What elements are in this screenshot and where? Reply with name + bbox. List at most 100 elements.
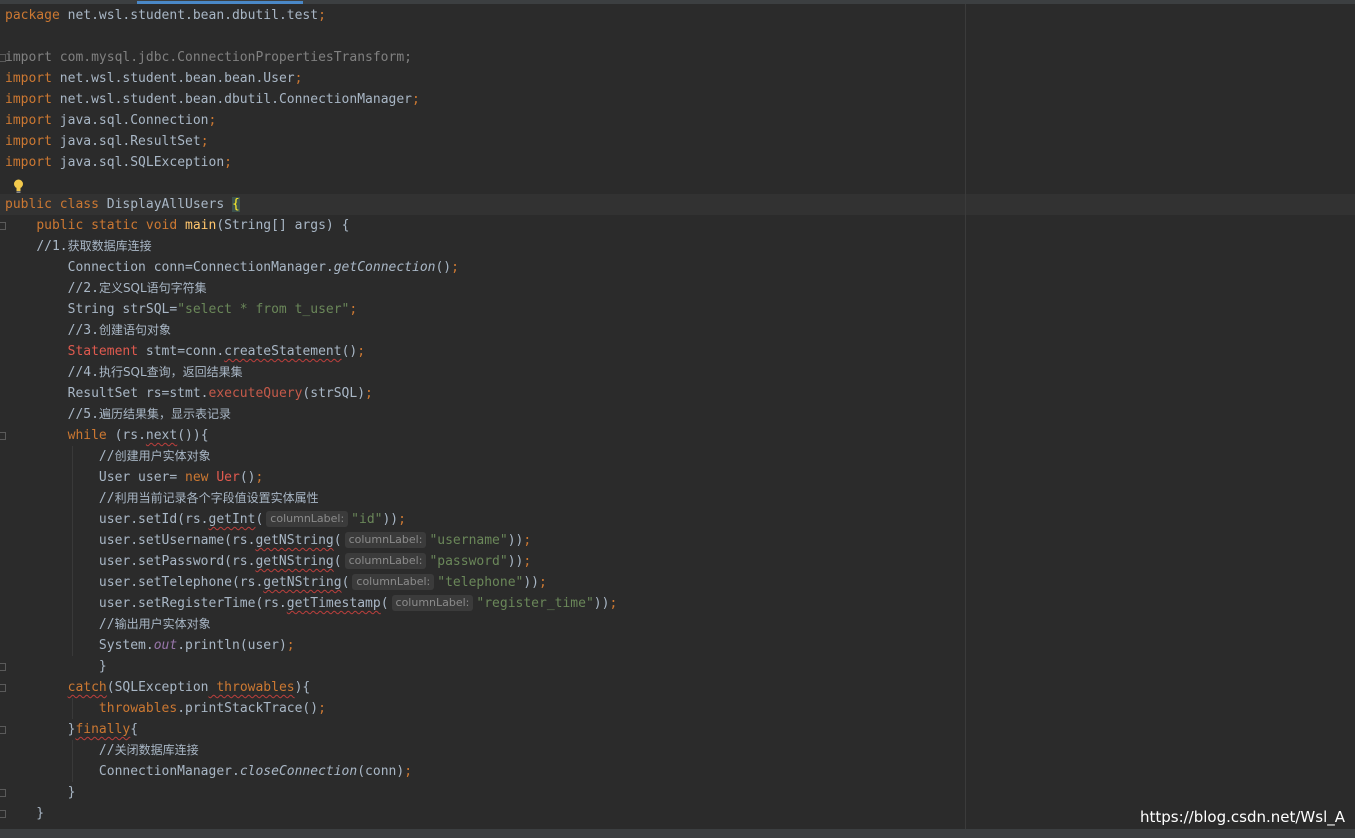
code-token: "username" bbox=[429, 533, 508, 548]
code-line[interactable]: } bbox=[0, 782, 1355, 803]
code-line[interactable]: import net.wsl.student.bean.dbutil.Conne… bbox=[0, 89, 1355, 110]
code-token: ; bbox=[523, 533, 532, 548]
code-token: // bbox=[98, 617, 115, 632]
code-line[interactable]: import java.sql.Connection; bbox=[0, 110, 1355, 131]
code-token: { bbox=[231, 197, 240, 212]
watermark-url: https://blog.csdn.net/Wsl_A bbox=[1139, 808, 1345, 826]
code-token: ; bbox=[286, 638, 295, 653]
code-line[interactable]: //3.创建语句对象 bbox=[0, 320, 1355, 341]
code-line[interactable]: catch(SQLException throwables){ bbox=[0, 677, 1355, 698]
code-line[interactable]: import java.sql.ResultSet; bbox=[0, 131, 1355, 152]
code-line[interactable]: user.setUsername(rs.getNString(columnLab… bbox=[0, 530, 1355, 551]
code-token: java.sql.ResultSet bbox=[51, 134, 201, 149]
code-line[interactable]: user.setTelephone(rs.getNString(columnLa… bbox=[0, 572, 1355, 593]
code-line[interactable]: public class DisplayAllUsers { bbox=[0, 194, 1355, 215]
code-line[interactable]: while (rs.next()){ bbox=[0, 425, 1355, 446]
code-line[interactable]: Statement stmt=conn.createStatement(); bbox=[0, 341, 1355, 362]
code-line[interactable]: //利用当前记录各个字段值设置实体属性 bbox=[0, 488, 1355, 509]
code-line[interactable]: //输出用户实体对象 bbox=[0, 614, 1355, 635]
code-line[interactable]: System.out.println(user); bbox=[0, 635, 1355, 656]
code-token: user.setTelephone(rs. bbox=[5, 575, 264, 590]
code-token: user.setUsername(rs. bbox=[5, 533, 256, 548]
code-line[interactable]: //1.获取数据库连接 bbox=[0, 236, 1355, 257]
fold-marker-icon[interactable] bbox=[0, 810, 6, 818]
code-token: //2. bbox=[67, 281, 99, 296]
code-token: )) bbox=[507, 533, 524, 548]
code-token: String strSQL= bbox=[5, 302, 178, 317]
fold-marker-icon[interactable] bbox=[0, 684, 6, 692]
code-line[interactable]: public static void main(String[] args) { bbox=[0, 215, 1355, 236]
fold-marker-icon[interactable] bbox=[0, 663, 6, 671]
code-line[interactable]: //创建用户实体对象 bbox=[0, 446, 1355, 467]
code-token: getNString bbox=[255, 554, 334, 569]
code-token: import bbox=[5, 134, 52, 149]
code-token: getInt bbox=[208, 512, 256, 527]
code-token: user.setPassword(rs. bbox=[5, 554, 256, 569]
code-token: .println(user) bbox=[177, 638, 287, 653]
code-line[interactable]: User user= new Uer(); bbox=[0, 467, 1355, 488]
code-token: "select * from t_user" bbox=[177, 302, 350, 317]
code-token: java.sql.SQLException bbox=[51, 155, 225, 170]
code-token: (strSQL) bbox=[302, 386, 366, 401]
fold-marker-icon[interactable] bbox=[0, 726, 6, 734]
parameter-hint: columnLabel: bbox=[391, 595, 474, 611]
code-token: "telephone" bbox=[437, 575, 524, 590]
parameter-hint: columnLabel: bbox=[266, 511, 349, 527]
code-line[interactable]: //2.定义SQL语句字符集 bbox=[0, 278, 1355, 299]
code-token: ; bbox=[451, 260, 459, 275]
code-token: Connection conn=ConnectionManager. bbox=[5, 260, 334, 275]
code-token: { bbox=[130, 722, 139, 737]
code-line[interactable] bbox=[0, 173, 1355, 194]
code-token: //5. bbox=[67, 407, 99, 422]
code-token: ; bbox=[412, 92, 420, 107]
code-line[interactable]: //4.执行SQL查询，返回结果集 bbox=[0, 362, 1355, 383]
fold-marker-icon[interactable] bbox=[0, 432, 6, 440]
fold-marker-icon[interactable] bbox=[0, 222, 6, 230]
code-line[interactable]: //关闭数据库连接 bbox=[0, 740, 1355, 761]
code-editor[interactable]: package net.wsl.student.bean.dbutil.test… bbox=[0, 5, 1355, 824]
code-token: ; bbox=[365, 386, 373, 401]
code-line[interactable]: String strSQL="select * from t_user"; bbox=[0, 299, 1355, 320]
code-token: 遍历结果集，显示表记录 bbox=[98, 407, 231, 421]
code-token: ; bbox=[318, 8, 326, 23]
code-line[interactable]: import com.mysql.jdbc.ConnectionProperti… bbox=[0, 47, 1355, 68]
code-token: ResultSet rs=stmt. bbox=[5, 386, 209, 401]
code-token: () bbox=[435, 260, 452, 275]
code-line[interactable]: throwables.printStackTrace(); bbox=[0, 698, 1355, 719]
code-token: public class bbox=[5, 197, 99, 212]
code-line[interactable]: } bbox=[0, 656, 1355, 677]
code-token: 输出用户实体对象 bbox=[114, 617, 211, 631]
code-line[interactable]: ResultSet rs=stmt.executeQuery(strSQL); bbox=[0, 383, 1355, 404]
code-line[interactable]: Connection conn=ConnectionManager.getCon… bbox=[0, 257, 1355, 278]
code-token: Uer bbox=[216, 470, 240, 485]
code-token: 获取数据库连接 bbox=[67, 239, 152, 253]
code-token: ; bbox=[200, 134, 209, 149]
code-line[interactable]: import net.wsl.student.bean.bean.User; bbox=[0, 68, 1355, 89]
code-line[interactable]: package net.wsl.student.bean.dbutil.test… bbox=[0, 5, 1355, 26]
code-token: )) bbox=[523, 575, 540, 590]
code-line[interactable]: user.setRegisterTime(rs.getTimestamp(col… bbox=[0, 593, 1355, 614]
code-line[interactable]: }finally{ bbox=[0, 719, 1355, 740]
code-token: "register_time" bbox=[476, 596, 594, 611]
code-line[interactable]: user.setId(rs.getInt(columnLabel: "id")); bbox=[0, 509, 1355, 530]
fold-marker-icon[interactable] bbox=[0, 54, 6, 62]
active-tab-indicator bbox=[137, 1, 303, 4]
fold-marker-icon[interactable] bbox=[0, 789, 6, 797]
code-line[interactable]: //5.遍历结果集，显示表记录 bbox=[0, 404, 1355, 425]
code-line[interactable] bbox=[0, 26, 1355, 47]
code-line[interactable]: ConnectionManager.closeConnection(conn); bbox=[0, 761, 1355, 782]
code-token: ; bbox=[539, 575, 547, 590]
code-token: ; bbox=[255, 470, 264, 485]
code-line[interactable]: import java.sql.SQLException; bbox=[0, 152, 1355, 173]
code-line[interactable]: user.setPassword(rs.getNString(columnLab… bbox=[0, 551, 1355, 572]
code-token: ( bbox=[341, 575, 350, 590]
code-token: 创建用户实体对象 bbox=[114, 449, 211, 463]
code-token: .printStackTrace() bbox=[177, 701, 319, 716]
